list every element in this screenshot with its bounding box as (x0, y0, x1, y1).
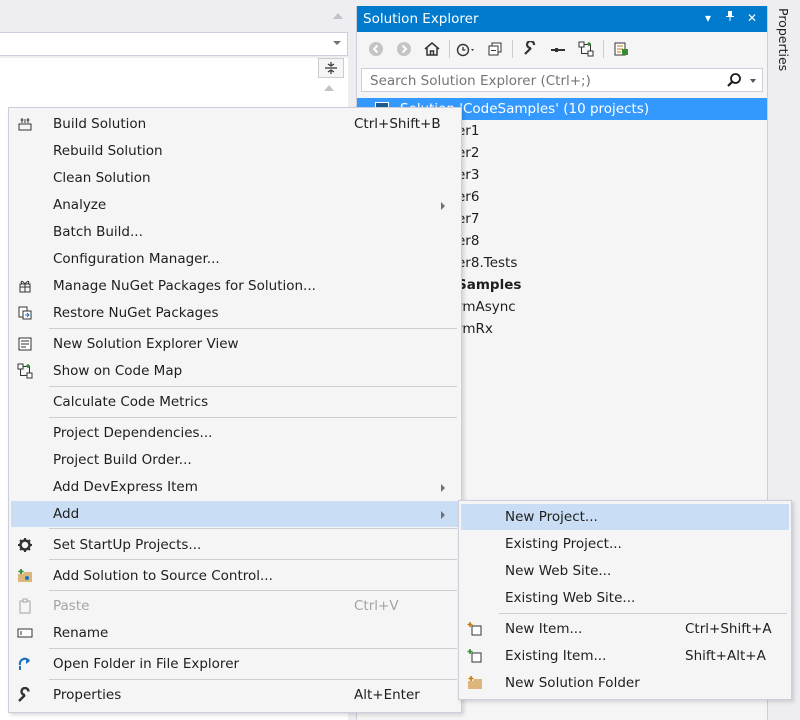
forward-icon[interactable] (393, 38, 415, 60)
menu-item-set-startup-projects[interactable]: Set StartUp Projects... (11, 532, 459, 558)
menu-item-show-on-code-map[interactable]: Show on Code Map (11, 358, 459, 384)
menu-item-add-to-source-control[interactable]: Add Solution to Source Control... (11, 563, 459, 589)
menu-item-project-dependencies[interactable]: Project Dependencies... (11, 420, 459, 446)
back-icon[interactable] (365, 38, 387, 60)
search-icon[interactable] (726, 72, 742, 92)
source-control-icon (17, 568, 33, 584)
scroll-up-arrow-icon[interactable] (333, 13, 343, 19)
rename-icon (17, 625, 33, 641)
menu-item-properties[interactable]: Properties Alt+Enter (11, 682, 459, 708)
toolbar-divider (512, 40, 513, 58)
paste-icon (17, 598, 33, 614)
submenu-item-new-solution-folder[interactable]: New Solution Folder (461, 670, 789, 696)
collapse-all-icon[interactable] (484, 38, 506, 60)
menu-separator (49, 559, 457, 560)
new-view-icon (17, 336, 33, 352)
window-position-icon[interactable]: ▾ (699, 9, 717, 27)
menu-item-rebuild-solution[interactable]: Rebuild Solution (11, 138, 459, 164)
submenu-item-new-web-site[interactable]: New Web Site... (461, 558, 789, 584)
toolbar-divider (449, 40, 450, 58)
add-submenu: New Project... Existing Project... New W… (458, 500, 792, 700)
nuget-icon (17, 278, 33, 294)
open-folder-icon (17, 656, 33, 672)
preview-selected-items-icon[interactable] (547, 38, 569, 60)
menu-item-batch-build[interactable]: Batch Build... (11, 219, 459, 245)
toolbar-divider (603, 40, 604, 58)
menu-item-manage-nuget[interactable]: Manage NuGet Packages for Solution... (11, 273, 459, 299)
menu-item-add-devexpress-item[interactable]: Add DevExpress Item (11, 474, 459, 500)
home-icon[interactable] (421, 38, 443, 60)
scroll-up-icon[interactable] (324, 85, 334, 91)
new-folder-icon (467, 675, 483, 691)
chevron-down-icon (333, 41, 341, 45)
submenu-item-new-project[interactable]: New Project... (461, 504, 789, 530)
navigation-dropdown[interactable] (0, 32, 348, 56)
menu-item-analyze[interactable]: Analyze (11, 192, 459, 218)
wrench-icon[interactable] (519, 38, 541, 60)
menu-item-new-solution-explorer-view[interactable]: New Solution Explorer View (11, 331, 459, 357)
existing-item-icon (467, 648, 483, 664)
menu-item-calculate-code-metrics[interactable]: Calculate Code Metrics (11, 389, 459, 415)
history-icon[interactable] (456, 38, 478, 60)
menu-separator (49, 590, 457, 591)
menu-item-configuration-manager[interactable]: Configuration Manager... (11, 246, 459, 272)
submenu-arrow-icon (441, 202, 445, 210)
search-input[interactable] (368, 70, 712, 92)
menu-item-paste[interactable]: Paste Ctrl+V (11, 593, 459, 619)
submenu-item-existing-project[interactable]: Existing Project... (461, 531, 789, 557)
submenu-item-existing-web-site[interactable]: Existing Web Site... (461, 585, 789, 611)
pin-icon[interactable] (721, 9, 739, 27)
menu-item-add[interactable]: Add (11, 501, 459, 527)
menu-separator (49, 679, 457, 680)
menu-separator (49, 417, 457, 418)
properties-window-icon[interactable] (610, 38, 632, 60)
solution-explorer-toolbar (357, 32, 767, 66)
submenu-item-existing-item[interactable]: Existing Item... Shift+Alt+A (461, 643, 789, 669)
search-options-chevron-icon[interactable] (750, 79, 756, 83)
split-icon (325, 62, 337, 74)
code-map-icon (17, 363, 33, 379)
menu-separator (49, 648, 457, 649)
menu-separator (499, 613, 787, 614)
panel-title: Solution Explorer (363, 11, 479, 27)
solution-explorer-search[interactable] (361, 68, 763, 92)
submenu-item-new-item[interactable]: New Item... Ctrl+Shift+A (461, 616, 789, 642)
restore-icon (17, 305, 33, 321)
submenu-arrow-icon (441, 484, 445, 492)
close-icon[interactable]: ✕ (743, 9, 761, 27)
menu-item-rename[interactable]: Rename (11, 620, 459, 646)
gear-icon (17, 537, 33, 553)
new-item-icon (467, 621, 483, 637)
menu-item-build-solution[interactable]: Build Solution Ctrl+Shift+B (11, 111, 459, 137)
menu-separator (49, 386, 457, 387)
build-icon (17, 116, 33, 132)
submenu-arrow-icon (441, 511, 445, 519)
menu-item-clean-solution[interactable]: Clean Solution (11, 165, 459, 191)
menu-separator (49, 328, 457, 329)
properties-tab-label[interactable]: Properties (776, 8, 791, 71)
code-map-icon[interactable] (575, 38, 597, 60)
menu-item-restore-nuget[interactable]: Restore NuGet Packages (11, 300, 459, 326)
wrench-icon (17, 687, 33, 703)
solution-context-menu: Build Solution Ctrl+Shift+B Rebuild Solu… (8, 107, 462, 713)
menu-item-open-folder[interactable]: Open Folder in File Explorer (11, 651, 459, 677)
split-window-button[interactable] (318, 58, 344, 78)
solution-explorer-title-bar: Solution Explorer ▾ ✕ (357, 6, 767, 32)
menu-item-project-build-order[interactable]: Project Build Order... (11, 447, 459, 473)
menu-separator (49, 528, 457, 529)
